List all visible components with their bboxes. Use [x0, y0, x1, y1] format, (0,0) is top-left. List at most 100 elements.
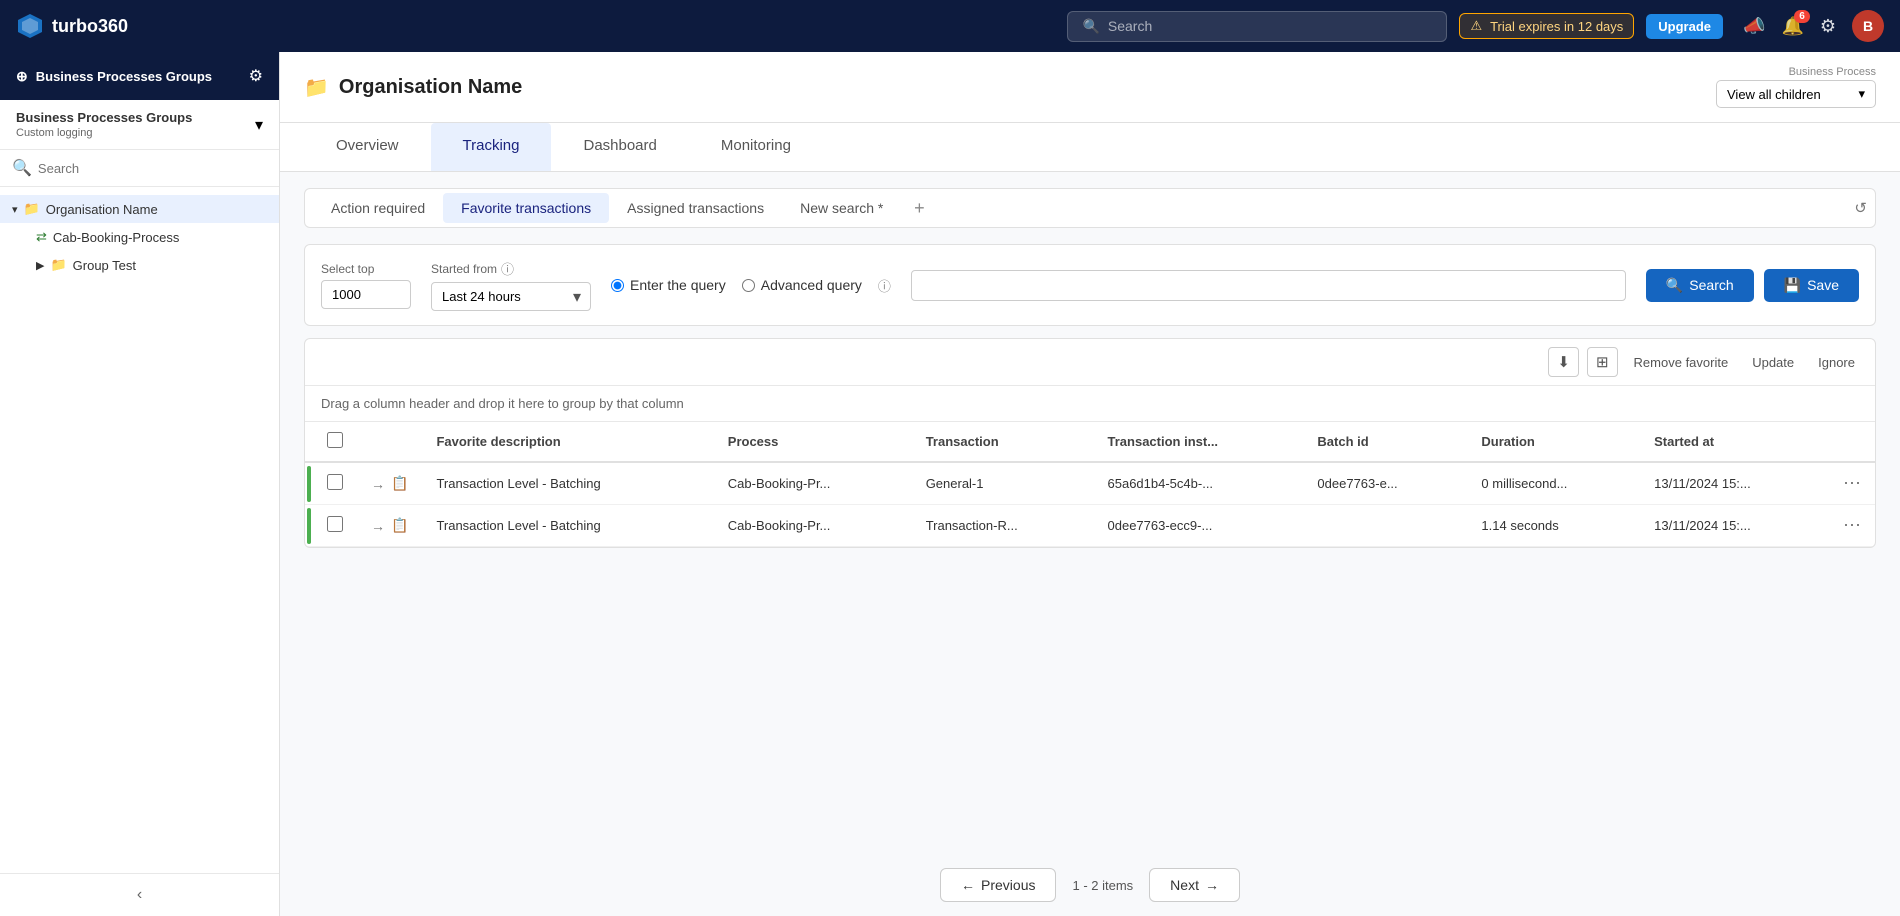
remove-favorite-button[interactable]: Remove favorite	[1626, 350, 1737, 375]
page-header: 📁 Organisation Name Business Process Vie…	[280, 52, 1900, 123]
sub-tab-assigned[interactable]: Assigned transactions	[609, 193, 782, 223]
avatar[interactable]: B	[1852, 10, 1884, 42]
radio-advanced-query-input[interactable]	[742, 279, 755, 292]
row-more-button[interactable]: ⋯	[1843, 515, 1861, 536]
tree-item-group-test[interactable]: ▶ 📁 Group Test	[0, 251, 279, 279]
sub-tab-favorite[interactable]: Favorite transactions	[443, 193, 609, 223]
main-layout: ⊕ Business Processes Groups ⚙ Business P…	[0, 52, 1900, 916]
chevron-down-icon: ▾	[255, 115, 263, 135]
tree-area: ▾ 📁 Organisation Name ⇄ Cab-Booking-Proc…	[0, 187, 279, 873]
query-row-top: Select top Started from ⓘ Last 24 hours …	[321, 259, 1859, 311]
row-checkbox[interactable]	[327, 474, 343, 490]
ignore-button[interactable]: Ignore	[1810, 350, 1863, 375]
query-panel: Select top Started from ⓘ Last 24 hours …	[304, 244, 1876, 326]
tab-monitoring[interactable]: Monitoring	[689, 123, 823, 171]
sub-tab-action-required[interactable]: Action required	[313, 193, 443, 223]
next-label: Next	[1170, 877, 1199, 893]
next-button[interactable]: Next →	[1149, 868, 1240, 902]
col-status	[305, 422, 313, 462]
bell-icon[interactable]: 🔔 6	[1781, 16, 1803, 37]
megaphone-icon[interactable]: 📣	[1743, 16, 1765, 37]
save-icon: 💾	[1784, 277, 1801, 294]
columns-button[interactable]: ⊞	[1587, 347, 1618, 377]
tree-item-cab-booking[interactable]: ⇄ Cab-Booking-Process	[0, 223, 279, 251]
brand-logo[interactable]: turbo360	[16, 12, 128, 40]
sidebar-header-title: ⊕ Business Processes Groups	[16, 68, 212, 85]
chevron-right-icon: ▶	[36, 259, 44, 272]
search-icon: 🔍	[1082, 18, 1099, 35]
settings-sidebar-icon[interactable]: ⚙	[249, 66, 263, 86]
row-batch-id	[1303, 505, 1467, 547]
started-from-select-wrap: Last 24 hours Last 7 days Last 30 days C…	[431, 282, 591, 311]
radio-enter-query[interactable]: Enter the query	[611, 277, 726, 293]
row-process: Cab-Booking-Pr...	[714, 462, 912, 505]
arrow-right-icon: →	[1205, 877, 1219, 893]
download-button[interactable]: ⬇	[1548, 347, 1579, 377]
tab-tracking[interactable]: Tracking	[431, 123, 552, 171]
sidebar-collapse-button[interactable]: ‹	[0, 873, 279, 916]
search-icon: 🔍	[1666, 277, 1683, 294]
row-copy-button[interactable]: 📋	[391, 517, 408, 534]
select-all-checkbox[interactable]	[327, 432, 343, 448]
tab-dashboard[interactable]: Dashboard	[551, 123, 688, 171]
bp-dropdown-value: View all children	[1727, 87, 1821, 102]
row-actions: → 📋	[371, 475, 408, 492]
brand-name: turbo360	[52, 16, 128, 37]
search-button[interactable]: 🔍 Search	[1646, 269, 1754, 302]
row-checkbox[interactable]	[327, 516, 343, 532]
row-action-cell: → 📋	[357, 462, 422, 505]
query-type-radio-group: Enter the query Advanced query ⓘ	[611, 276, 891, 295]
sidebar-section-header[interactable]: Business Processes Groups Custom logging…	[16, 110, 263, 139]
bp-dropdown[interactable]: View all children ▾	[1716, 80, 1876, 108]
pagination: ← Previous 1 - 2 items Next →	[280, 854, 1900, 916]
update-button[interactable]: Update	[1744, 350, 1802, 375]
query-input[interactable]	[911, 270, 1626, 301]
global-search-bar[interactable]: 🔍 Search	[1067, 11, 1447, 42]
save-button[interactable]: 💾 Save	[1764, 269, 1859, 302]
warning-icon: ⚠	[1470, 18, 1482, 34]
row-copy-button[interactable]: 📋	[391, 475, 408, 492]
refresh-button[interactable]: ↺	[1854, 199, 1867, 217]
chevron-down-icon: ▾	[12, 203, 18, 216]
col-fav-desc: Favorite description	[422, 422, 713, 462]
row-status-bar	[305, 462, 313, 505]
started-from-label: Started from ⓘ	[431, 259, 591, 278]
process-icon: ⇄	[36, 229, 47, 245]
row-fav-desc: Transaction Level - Batching	[422, 505, 713, 547]
sidebar-section: Business Processes Groups Custom logging…	[0, 100, 279, 150]
row-navigate-button[interactable]: →	[371, 476, 385, 492]
previous-button[interactable]: ← Previous	[940, 868, 1056, 902]
select-top-field: Select top	[321, 262, 411, 309]
sidebar-title: Business Processes Groups	[36, 69, 212, 84]
tree-item-organisation[interactable]: ▾ 📁 Organisation Name	[0, 195, 279, 223]
select-top-input[interactable]	[321, 280, 411, 309]
add-tab-button[interactable]: +	[905, 194, 933, 222]
row-trans-inst: 0dee7763-ecc9-...	[1094, 505, 1304, 547]
upgrade-button[interactable]: Upgrade	[1646, 14, 1723, 39]
tree-item-label: Organisation Name	[46, 202, 158, 217]
bp-selector: Business Process View all children ▾	[1716, 66, 1876, 108]
radio-advanced-query[interactable]: Advanced query	[742, 277, 862, 293]
row-fav-desc: Transaction Level - Batching	[422, 462, 713, 505]
row-batch-id: 0dee7763-e...	[1303, 462, 1467, 505]
row-more-button[interactable]: ⋯	[1843, 473, 1861, 494]
pagination-info: 1 - 2 items	[1072, 878, 1133, 893]
tab-overview[interactable]: Overview	[304, 123, 431, 171]
search-icon: 🔍	[12, 158, 32, 178]
content-area: Action required Favorite transactions As…	[280, 172, 1900, 854]
page-title-text: Organisation Name	[339, 76, 522, 99]
settings-icon[interactable]: ⚙	[1820, 16, 1836, 37]
row-navigate-button[interactable]: →	[371, 518, 385, 534]
sidebar-search-input[interactable]	[38, 161, 267, 176]
started-from-select[interactable]: Last 24 hours Last 7 days Last 30 days C…	[431, 282, 591, 311]
notifications-badge: 6	[1794, 10, 1810, 23]
page-title: 📁 Organisation Name	[304, 75, 522, 100]
query-info-icon[interactable]: ⓘ	[878, 276, 891, 295]
col-more	[1829, 422, 1875, 462]
sub-tab-new-search[interactable]: New search *	[782, 193, 901, 223]
previous-label: Previous	[981, 877, 1035, 893]
radio-enter-query-input[interactable]	[611, 279, 624, 292]
activity-icon: ⊕	[16, 68, 28, 85]
arrow-left-icon: ←	[961, 877, 975, 893]
info-icon[interactable]: ⓘ	[501, 259, 514, 278]
